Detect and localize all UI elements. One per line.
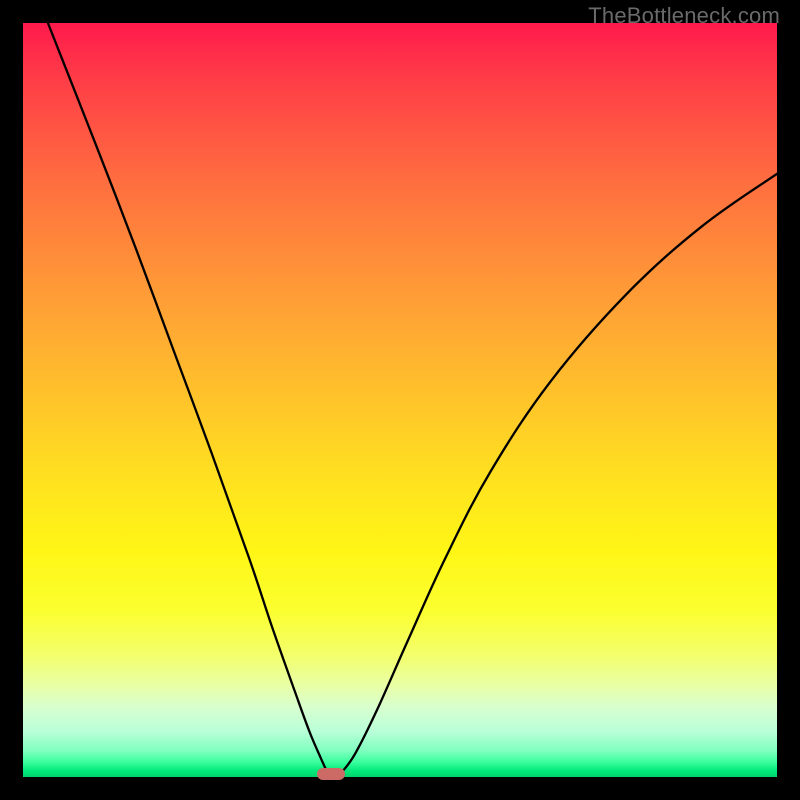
bottleneck-curve bbox=[23, 23, 777, 777]
optimal-point-marker bbox=[317, 768, 345, 780]
curve-right-branch bbox=[340, 174, 777, 775]
watermark-text: TheBottleneck.com bbox=[588, 3, 780, 29]
curve-left-branch bbox=[23, 0, 328, 775]
chart-plot-area bbox=[23, 23, 777, 777]
